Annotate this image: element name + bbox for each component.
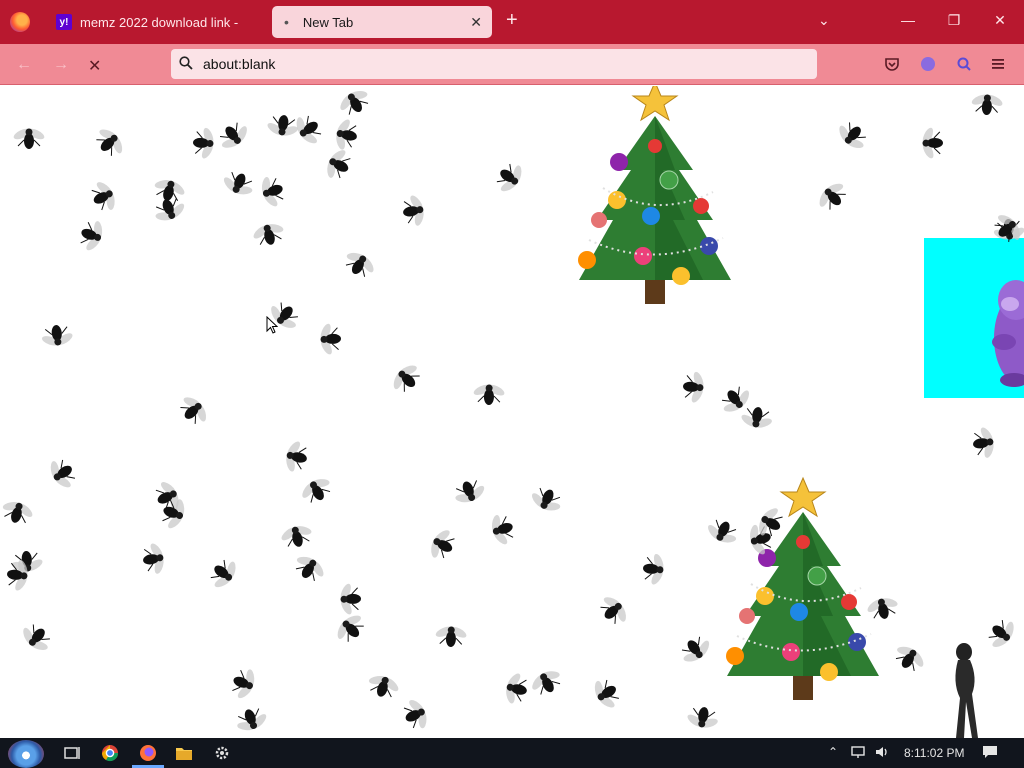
fly-icon bbox=[403, 195, 424, 226]
fly-icon bbox=[435, 626, 467, 647]
fly-icon bbox=[320, 323, 341, 355]
fly-icon bbox=[237, 708, 267, 731]
chevron-up-icon[interactable]: ⌃ bbox=[828, 745, 838, 759]
yahoo-favicon-icon: y! bbox=[56, 14, 72, 30]
volume-icon[interactable] bbox=[874, 745, 890, 762]
close-window-button[interactable]: ✕ bbox=[990, 12, 1010, 29]
firefox-logo-icon[interactable] bbox=[10, 12, 30, 32]
tab-new-tab[interactable]: • New Tab ✕ bbox=[272, 6, 492, 38]
extension-icon[interactable] bbox=[956, 56, 972, 72]
menu-icon[interactable] bbox=[990, 56, 1006, 72]
fly-icon bbox=[2, 502, 33, 524]
fly-icon bbox=[971, 94, 1003, 115]
fly-icon bbox=[368, 675, 399, 698]
address-bar[interactable]: about:blank bbox=[171, 49, 817, 79]
page-content bbox=[0, 86, 1024, 738]
fly-icon bbox=[403, 699, 427, 729]
silhouette-figure-icon bbox=[955, 643, 978, 738]
fly-icon bbox=[393, 365, 420, 392]
taskbar: ⌃ 8:11:02 PM bbox=[0, 738, 1024, 768]
fly-icon bbox=[42, 325, 73, 346]
stop-loading-button[interactable]: ✕ bbox=[88, 56, 101, 76]
fly-icon bbox=[193, 127, 214, 159]
fly-icon bbox=[431, 530, 455, 559]
back-button[interactable]: ← bbox=[16, 56, 32, 74]
tab-label: memz 2022 download link - bbox=[80, 14, 239, 30]
fly-icon bbox=[7, 560, 28, 591]
tab-memz[interactable]: y! memz 2022 download link - bbox=[46, 4, 270, 40]
fly-icon bbox=[687, 707, 718, 728]
fly-icon bbox=[895, 646, 924, 672]
firefox-icon[interactable] bbox=[138, 743, 158, 763]
fly-icon bbox=[683, 371, 704, 403]
close-tab-icon[interactable]: ✕ bbox=[470, 14, 482, 31]
chrome-icon[interactable] bbox=[100, 743, 120, 763]
fly-icon bbox=[594, 679, 619, 708]
task-view-icon[interactable] bbox=[62, 743, 82, 763]
fly-icon bbox=[23, 624, 50, 650]
fly-icon bbox=[91, 182, 115, 211]
search-icon bbox=[179, 55, 193, 73]
notification-icon[interactable] bbox=[982, 745, 998, 762]
fly-icon bbox=[219, 122, 247, 148]
bonzi-buddy-icon bbox=[992, 280, 1024, 387]
fly-icon bbox=[232, 669, 255, 699]
fly-icon bbox=[80, 221, 103, 251]
fly-icon bbox=[50, 459, 76, 488]
fly-icon bbox=[210, 559, 236, 588]
fly-icon bbox=[506, 673, 527, 704]
account-icon[interactable] bbox=[920, 56, 936, 72]
fly-icon bbox=[13, 128, 45, 149]
settings-icon[interactable] bbox=[212, 743, 232, 763]
fly-icon bbox=[922, 127, 943, 159]
tab-strip: y! memz 2022 download link - • New Tab ✕… bbox=[0, 0, 1024, 44]
fly-icon bbox=[600, 597, 626, 624]
mouse-cursor-icon bbox=[266, 316, 278, 334]
fly-icon bbox=[819, 183, 846, 210]
minimize-button[interactable]: — bbox=[898, 12, 918, 28]
file-explorer-icon[interactable] bbox=[174, 743, 194, 763]
fly-icon bbox=[681, 636, 710, 662]
fly-icon bbox=[223, 171, 253, 195]
fly-icon bbox=[143, 543, 164, 574]
fly-icon bbox=[643, 553, 664, 585]
christmas-tree-icon bbox=[726, 476, 879, 700]
new-tab-button[interactable]: + bbox=[506, 10, 518, 30]
fly-icon bbox=[741, 407, 772, 428]
fly-icon bbox=[531, 487, 561, 511]
christmas-tree-icon bbox=[578, 86, 731, 304]
fly-icon bbox=[496, 163, 522, 192]
tab-label: New Tab bbox=[302, 14, 354, 30]
fly-icon bbox=[286, 441, 307, 472]
fly-icon bbox=[281, 526, 312, 547]
fly-icon bbox=[253, 224, 284, 245]
fly-icon bbox=[473, 384, 505, 405]
taskbar-clock[interactable]: 8:11:02 PM bbox=[904, 746, 964, 760]
fly-icon bbox=[180, 397, 207, 424]
start-button[interactable] bbox=[8, 740, 44, 768]
network-icon[interactable] bbox=[850, 745, 866, 762]
forward-button[interactable]: → bbox=[53, 56, 69, 74]
pocket-icon[interactable] bbox=[884, 56, 900, 72]
address-value[interactable]: about:blank bbox=[203, 56, 275, 72]
tab-status-dot-icon: • bbox=[284, 14, 289, 30]
bonzi-buddy-window bbox=[924, 238, 1024, 398]
fly-icon bbox=[839, 122, 866, 149]
fly-icon bbox=[532, 671, 561, 695]
fly-icon bbox=[988, 619, 1014, 648]
fly-icon bbox=[455, 480, 485, 503]
fly-icon bbox=[302, 479, 331, 503]
fly-icon bbox=[345, 252, 374, 277]
chevron-down-icon[interactable]: ⌄ bbox=[818, 12, 830, 29]
fly-icon bbox=[96, 129, 123, 156]
fly-icon bbox=[491, 514, 514, 545]
fly-icon bbox=[295, 556, 324, 581]
fly-icon bbox=[337, 615, 364, 642]
restore-button[interactable]: ❐ bbox=[944, 12, 964, 29]
fly-icon bbox=[261, 177, 284, 207]
fly-icon bbox=[973, 427, 994, 458]
